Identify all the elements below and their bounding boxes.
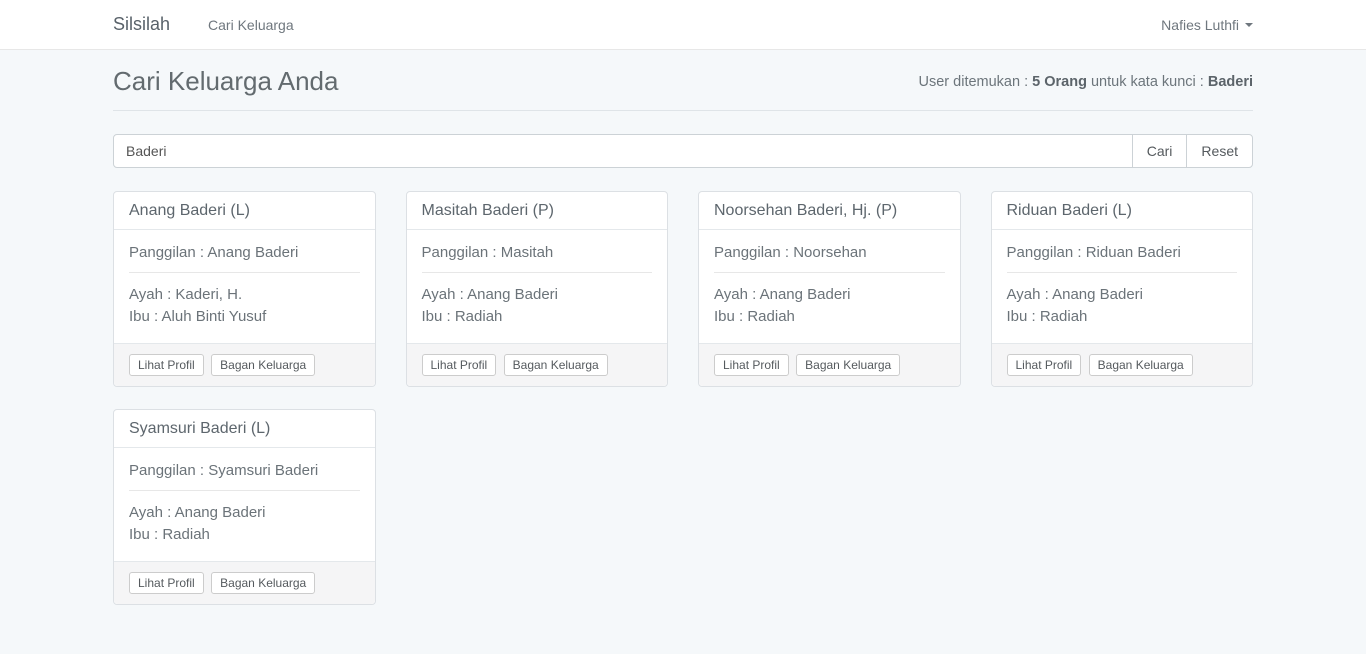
panggilan-line: Panggilan : Anang Baderi: [129, 245, 360, 261]
result-summary: User ditemukan : 5 Orang untuk kata kunc…: [919, 74, 1253, 90]
divider: [129, 490, 360, 491]
person-card-body: Panggilan : Noorsehan Ayah : Anang Bader…: [699, 230, 960, 343]
navbar: Silsilah Cari Keluarga Nafies Luthfi: [0, 0, 1366, 50]
user-menu-dropdown[interactable]: Nafies Luthfi: [1161, 17, 1253, 33]
ayah-line: Ayah : Kaderi, H.: [129, 284, 360, 306]
bagan-keluarga-button[interactable]: Bagan Keluarga: [504, 354, 608, 376]
person-card: Syamsuri Baderi (L) Panggilan : Syamsuri…: [113, 409, 376, 605]
lihat-profil-button[interactable]: Lihat Profil: [714, 354, 789, 376]
ayah-line: Ayah : Anang Baderi: [1007, 284, 1238, 306]
divider: [129, 272, 360, 273]
person-card-title: Noorsehan Baderi, Hj. (P): [699, 192, 960, 230]
page-header: Cari Keluarga Anda User ditemukan : 5 Or…: [113, 66, 1253, 111]
ibu-line: Ibu : Radiah: [129, 524, 360, 546]
nav-item-cari-keluarga[interactable]: Cari Keluarga: [208, 17, 294, 33]
ayah-line: Ayah : Anang Baderi: [129, 502, 360, 524]
user-menu-label: Nafies Luthfi: [1161, 17, 1239, 33]
ibu-line: Ibu : Radiah: [1007, 306, 1238, 328]
search-input[interactable]: [113, 134, 1133, 168]
ibu-line: Ibu : Aluh Binti Yusuf: [129, 306, 360, 328]
main-content: Cari Keluarga Anda User ditemukan : 5 Or…: [113, 66, 1253, 605]
result-prefix: User ditemukan :: [919, 74, 1033, 90]
divider: [714, 272, 945, 273]
bagan-keluarga-button[interactable]: Bagan Keluarga: [1089, 354, 1193, 376]
lihat-profil-button[interactable]: Lihat Profil: [129, 354, 204, 376]
person-card-title: Masitah Baderi (P): [407, 192, 668, 230]
divider: [422, 272, 653, 273]
person-card: Noorsehan Baderi, Hj. (P) Panggilan : No…: [698, 191, 961, 387]
ayah-line: Ayah : Anang Baderi: [714, 284, 945, 306]
person-card-title: Syamsuri Baderi (L): [114, 410, 375, 448]
person-cards-grid: Anang Baderi (L) Panggilan : Anang Bader…: [113, 191, 1253, 605]
ayah-line: Ayah : Anang Baderi: [422, 284, 653, 306]
person-card-body: Panggilan : Syamsuri Baderi Ayah : Anang…: [114, 448, 375, 561]
person-card-footer: Lihat Profil Bagan Keluarga: [114, 343, 375, 386]
result-keyword: Baderi: [1208, 74, 1253, 90]
result-middle: untuk kata kunci :: [1087, 74, 1208, 90]
person-card-title: Riduan Baderi (L): [992, 192, 1253, 230]
cari-button[interactable]: Cari: [1132, 134, 1188, 168]
person-card-body: Panggilan : Anang Baderi Ayah : Kaderi, …: [114, 230, 375, 343]
ibu-line: Ibu : Radiah: [422, 306, 653, 328]
lihat-profil-button[interactable]: Lihat Profil: [129, 572, 204, 594]
person-card-footer: Lihat Profil Bagan Keluarga: [699, 343, 960, 386]
person-card-body: Panggilan : Masitah Ayah : Anang Baderi …: [407, 230, 668, 343]
person-card-footer: Lihat Profil Bagan Keluarga: [992, 343, 1253, 386]
person-card-body: Panggilan : Riduan Baderi Ayah : Anang B…: [992, 230, 1253, 343]
chevron-down-icon: [1245, 23, 1253, 27]
lihat-profil-button[interactable]: Lihat Profil: [1007, 354, 1082, 376]
page-title: Cari Keluarga Anda: [113, 66, 338, 97]
panggilan-line: Panggilan : Masitah: [422, 245, 653, 261]
bagan-keluarga-button[interactable]: Bagan Keluarga: [211, 354, 315, 376]
bagan-keluarga-button[interactable]: Bagan Keluarga: [796, 354, 900, 376]
result-count: 5 Orang: [1032, 74, 1087, 90]
search-form: Cari Reset: [113, 134, 1253, 168]
brand-silsilah[interactable]: Silsilah: [113, 14, 170, 35]
ibu-line: Ibu : Radiah: [714, 306, 945, 328]
lihat-profil-button[interactable]: Lihat Profil: [422, 354, 497, 376]
bagan-keluarga-button[interactable]: Bagan Keluarga: [211, 572, 315, 594]
panggilan-line: Panggilan : Riduan Baderi: [1007, 245, 1238, 261]
person-card: Anang Baderi (L) Panggilan : Anang Bader…: [113, 191, 376, 387]
person-card-title: Anang Baderi (L): [114, 192, 375, 230]
panggilan-line: Panggilan : Noorsehan: [714, 245, 945, 261]
panggilan-line: Panggilan : Syamsuri Baderi: [129, 463, 360, 479]
person-card-footer: Lihat Profil Bagan Keluarga: [114, 561, 375, 604]
person-card: Masitah Baderi (P) Panggilan : Masitah A…: [406, 191, 669, 387]
reset-button[interactable]: Reset: [1186, 134, 1253, 168]
person-card: Riduan Baderi (L) Panggilan : Riduan Bad…: [991, 191, 1254, 387]
person-card-footer: Lihat Profil Bagan Keluarga: [407, 343, 668, 386]
divider: [1007, 272, 1238, 273]
